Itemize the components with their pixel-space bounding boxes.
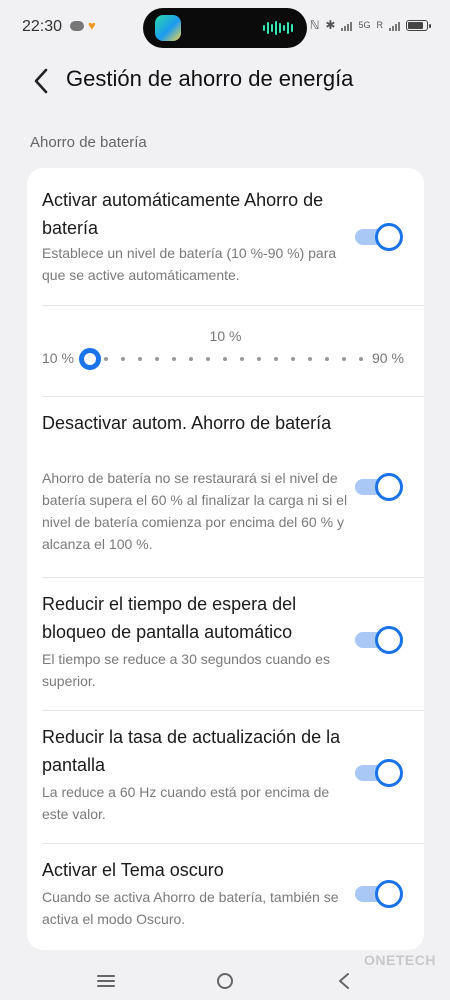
- back-arrow-icon: [34, 68, 48, 94]
- slider-tick: [342, 357, 346, 361]
- slider-tick: [274, 357, 278, 361]
- status-time: 22:30: [22, 18, 63, 35]
- home-button[interactable]: [210, 966, 240, 996]
- slider-thumb[interactable]: [79, 348, 101, 370]
- setting-title: Reducir el tiempo de espera del bloqueo …: [42, 594, 297, 642]
- screen-timeout-toggle[interactable]: [353, 626, 405, 654]
- watermark-logo: ONETECH: [364, 952, 436, 968]
- slider-tick: [104, 357, 108, 361]
- battery-level-slider[interactable]: [79, 348, 363, 370]
- setting-row-refresh-rate[interactable]: Reducir la tasa de actualización de la p…: [27, 711, 424, 843]
- slider-tick: [291, 357, 295, 361]
- bluetooth-icon: ✱: [325, 18, 336, 32]
- signal-icon: [341, 19, 353, 31]
- slider-tick: [172, 357, 176, 361]
- home-circle-icon: [217, 973, 233, 989]
- recent-apps-button[interactable]: [91, 966, 121, 996]
- slider-max-label: 90 %: [372, 350, 404, 366]
- back-triangle-icon: [339, 973, 349, 989]
- page-title: Gestión de ahorro de energía: [66, 66, 354, 91]
- setting-row-auto-activate[interactable]: Activar automáticamente Ahorro de baterí…: [27, 168, 424, 306]
- dark-theme-toggle[interactable]: [353, 880, 405, 908]
- network-type: 5G: [358, 19, 371, 30]
- status-right-icons: ℕ ✱ 5G R: [309, 18, 431, 32]
- setting-description: El tiempo se reduce a 30 segundos cuando…: [42, 651, 330, 689]
- heart-icon: ♥: [88, 18, 96, 33]
- setting-title: Activar el Tema oscuro: [42, 860, 224, 880]
- slider-current-value: 10 %: [209, 328, 242, 344]
- setting-row-screen-timeout[interactable]: Reducir el tiempo de espera del bloqueo …: [27, 578, 424, 710]
- header: Gestión de ahorro de energía: [0, 58, 450, 104]
- settings-card: Activar automáticamente Ahorro de baterí…: [27, 168, 424, 950]
- auto-activate-toggle[interactable]: [353, 223, 405, 251]
- slider-tick: [138, 357, 142, 361]
- slider-tick: [223, 357, 227, 361]
- audio-wave-icon: [263, 20, 293, 36]
- slider-tick: [325, 357, 329, 361]
- setting-description: Cuando se activa Ahorro de batería, tamb…: [42, 889, 339, 927]
- auto-deactivate-toggle[interactable]: [353, 473, 405, 501]
- section-label: Ahorro de batería: [30, 134, 147, 151]
- back-nav-button[interactable]: [329, 966, 359, 996]
- setting-title: Activar automáticamente Ahorro de baterí…: [42, 190, 324, 238]
- slider-tick: [257, 357, 261, 361]
- dynamic-island[interactable]: [143, 8, 307, 48]
- slider-tick: [240, 357, 244, 361]
- roaming-indicator: R: [376, 20, 384, 30]
- notification-icons: ♥: [70, 18, 96, 33]
- back-button[interactable]: [26, 64, 56, 98]
- slider-tick: [121, 357, 125, 361]
- divider: [42, 305, 424, 306]
- app-icon: [155, 15, 181, 41]
- refresh-rate-toggle[interactable]: [353, 759, 405, 787]
- menu-icon: [97, 975, 115, 987]
- setting-row-auto-deactivate[interactable]: Desactivar autom. Ahorro de batería Ahor…: [27, 397, 424, 577]
- slider-min-label: 10 %: [42, 350, 74, 366]
- cloud-icon: [70, 21, 84, 31]
- slider-tick: [308, 357, 312, 361]
- signal-icon-2: [389, 19, 400, 31]
- slider-tick: [189, 357, 193, 361]
- setting-description: Ahorro de batería no se restaurará si el…: [42, 470, 348, 552]
- setting-title: Reducir la tasa de actualización de la p…: [42, 727, 341, 775]
- slider-tick: [206, 357, 210, 361]
- setting-row-dark-theme[interactable]: Activar el Tema oscuro Cuando se activa …: [27, 844, 424, 950]
- setting-description: Establece un nivel de batería (10 %-90 %…: [42, 245, 337, 283]
- slider-tick: [155, 357, 159, 361]
- status-bar: 22:30 ♥ ℕ ✱ 5G R: [0, 0, 450, 56]
- slider-tick: [359, 357, 363, 361]
- battery-icon: [406, 19, 431, 31]
- setting-title: Desactivar autom. Ahorro de batería: [42, 413, 332, 433]
- setting-description: La reduce a 60 Hz cuando está por encima…: [42, 784, 330, 822]
- nfc-icon: ℕ: [309, 18, 320, 32]
